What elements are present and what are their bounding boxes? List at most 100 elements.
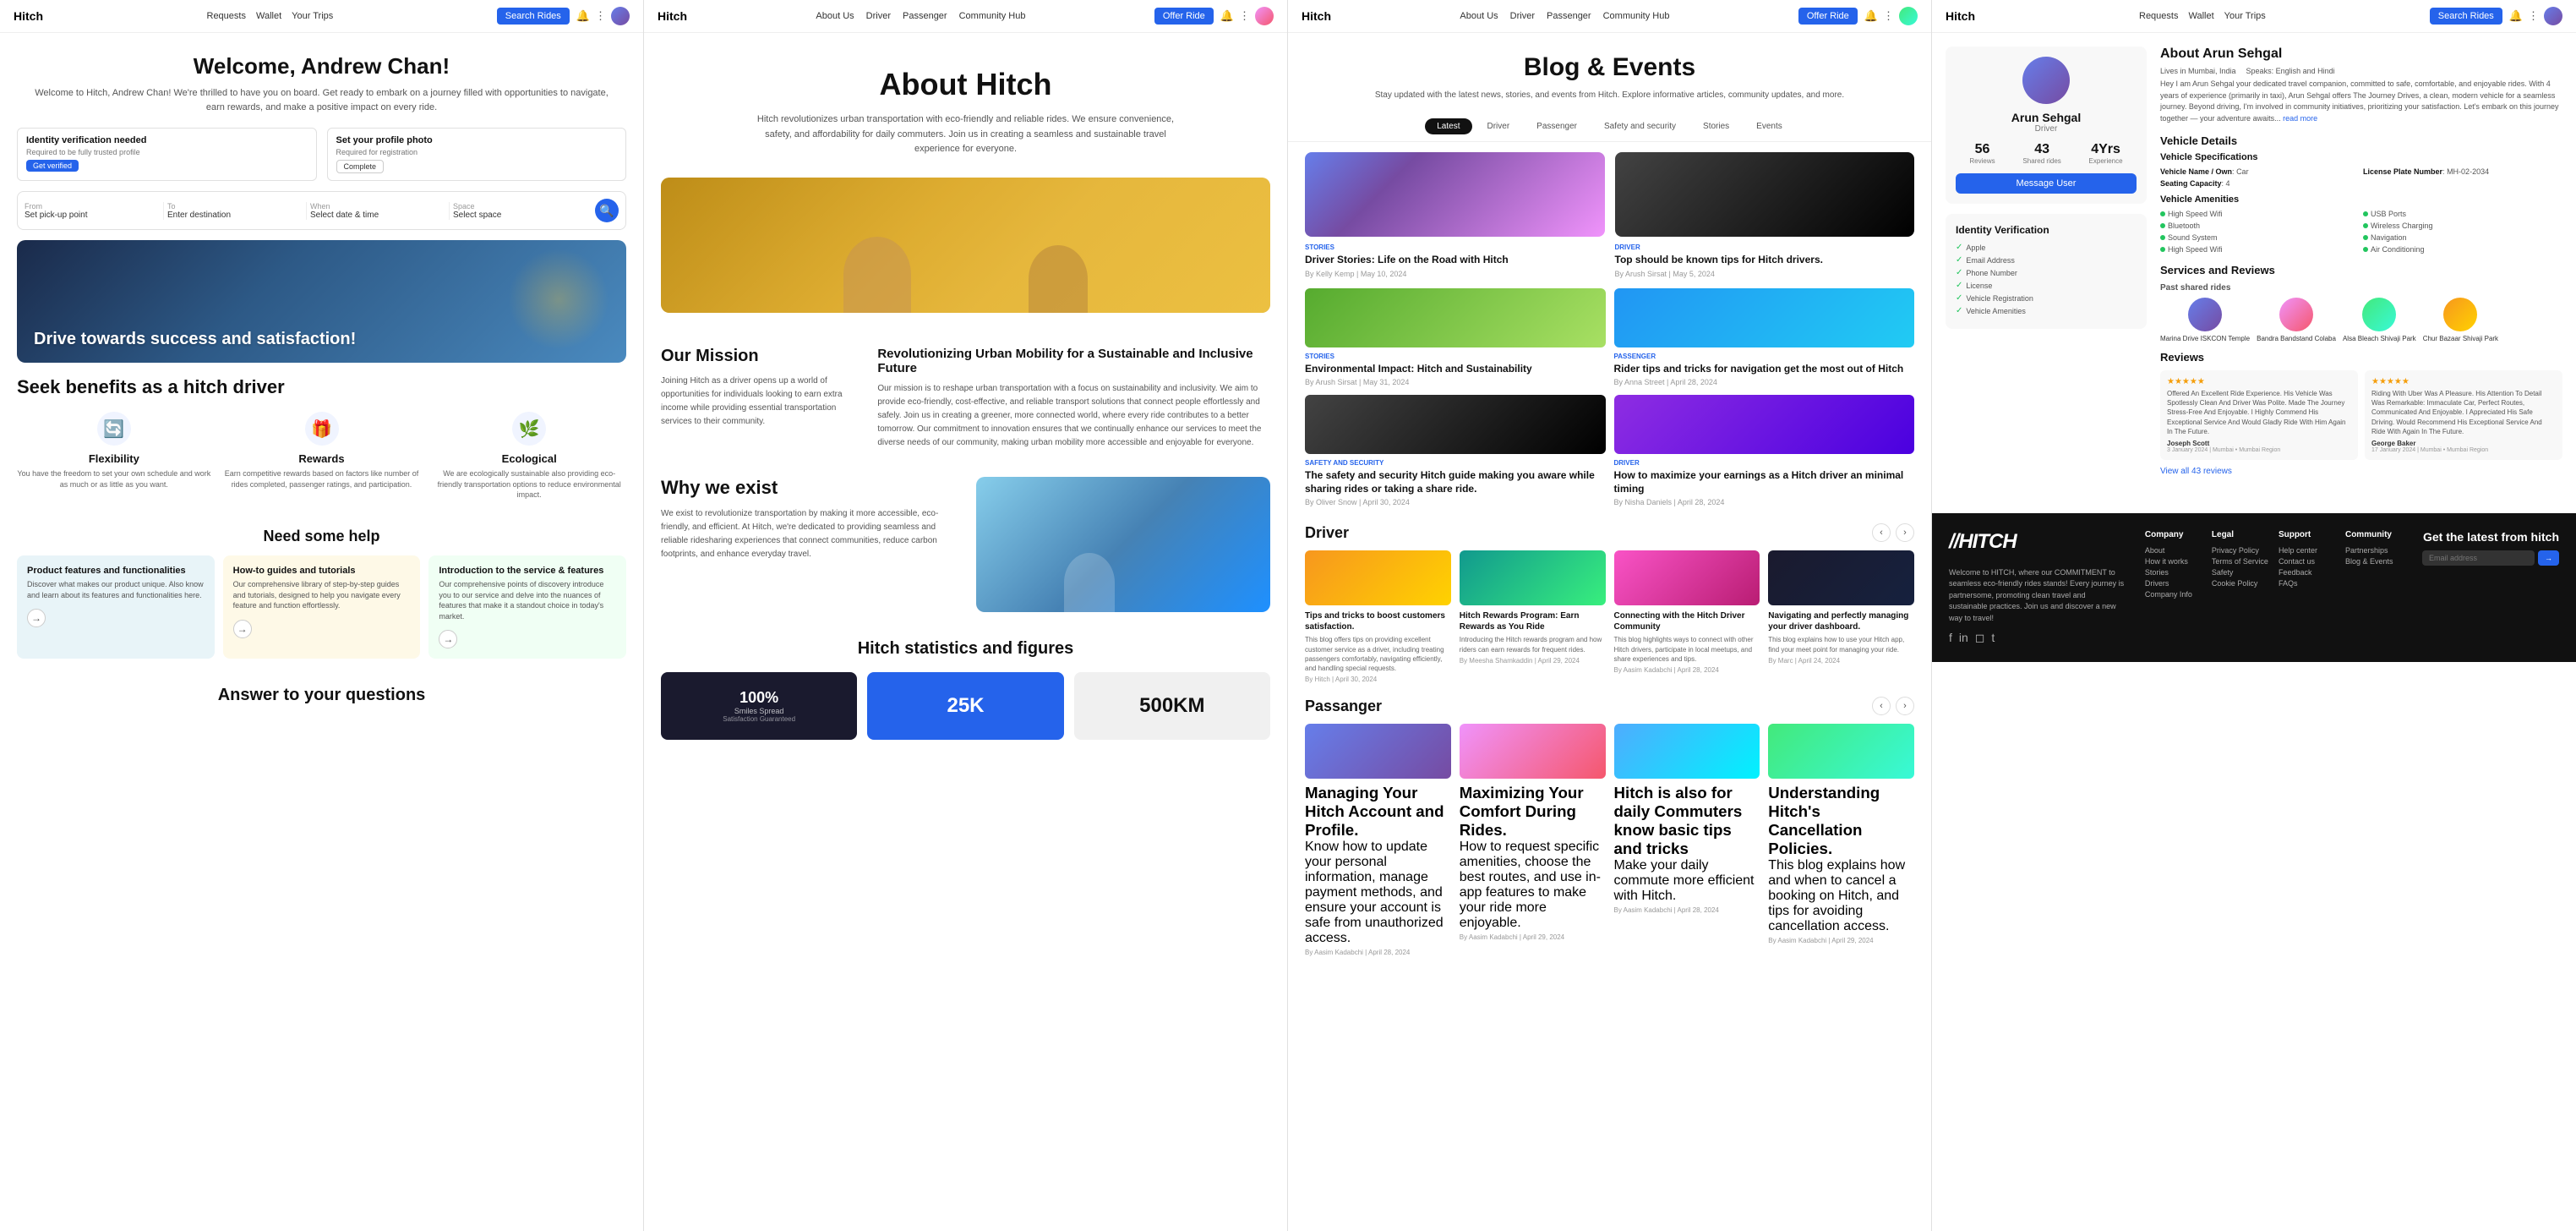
footer-link-partnerships[interactable]: Partnerships — [2345, 546, 2402, 555]
footer-link-blog[interactable]: Blog & Events — [2345, 557, 2402, 566]
offer-ride-button[interactable]: Offer Ride — [1154, 8, 1214, 25]
when-value[interactable]: Select date & time — [310, 211, 442, 220]
passenger-card-title-1[interactable]: Maximizing Your Comfort During Rides. — [1460, 784, 1606, 840]
profile-link-requests[interactable]: Requests — [2139, 11, 2178, 21]
grid-title-2[interactable]: The safety and security Hitch guide maki… — [1305, 469, 1606, 495]
footer-link-terms[interactable]: Terms of Service — [2212, 557, 2268, 566]
about-link-passenger[interactable]: Passenger — [903, 11, 947, 21]
about-notification-icon[interactable]: 🔔 — [1220, 9, 1234, 23]
blog-notification-icon[interactable]: 🔔 — [1864, 9, 1878, 23]
social-twitter[interactable]: t — [1991, 631, 1995, 645]
profile-search-button[interactable]: Search Rides — [2430, 8, 2502, 25]
footer-link-about[interactable]: About — [2145, 546, 2202, 555]
driver-card-title-1[interactable]: Hitch Rewards Program: Earn Rewards as Y… — [1460, 610, 1606, 632]
about-avatar[interactable] — [1255, 7, 1274, 25]
footer-link-how[interactable]: How it works — [2145, 557, 2202, 566]
message-user-button[interactable]: Message User — [1956, 173, 2137, 194]
grid-title-1[interactable]: Rider tips and tricks for navigation get… — [1614, 363, 1915, 376]
tab-latest[interactable]: Latest — [1425, 118, 1471, 134]
social-facebook[interactable]: f — [1949, 631, 1952, 645]
search-submit-button[interactable]: 🔍 — [595, 199, 619, 222]
passenger-card-title-0[interactable]: Managing Your Hitch Account and Profile. — [1305, 784, 1451, 840]
blog-link-passenger[interactable]: Passenger — [1547, 11, 1591, 21]
footer-link-faqs[interactable]: FAQs — [2279, 579, 2335, 588]
featured-title-0[interactable]: Driver Stories: Life on the Road with Hi… — [1305, 254, 1605, 267]
nav-wallet[interactable]: Wallet — [256, 11, 281, 21]
from-value[interactable]: Set pick-up point — [25, 211, 156, 220]
footer-link-safety[interactable]: Safety — [2212, 568, 2268, 577]
help-card-guides-btn[interactable]: → — [233, 620, 252, 638]
footer-link-feedback[interactable]: Feedback — [2279, 568, 2335, 577]
footer-link-cookie[interactable]: Cookie Policy — [2212, 579, 2268, 588]
footer-link-contact[interactable]: Contact us — [2279, 557, 2335, 566]
profile-notification-icon[interactable]: 🔔 — [2509, 9, 2523, 23]
help-card-features-btn[interactable]: → — [27, 609, 46, 627]
social-linkedin[interactable]: in — [1959, 631, 1968, 645]
about-link-community[interactable]: Community Hub — [959, 11, 1026, 21]
driver-card-title-2[interactable]: Connecting with the Hitch Driver Communi… — [1614, 610, 1760, 632]
footer-link-privacy[interactable]: Privacy Policy — [2212, 546, 2268, 555]
footer-link-help[interactable]: Help center — [2279, 546, 2335, 555]
blog-link-driver[interactable]: Driver — [1510, 11, 1535, 21]
about-more-icon[interactable]: ⋮ — [1239, 9, 1250, 23]
tab-events[interactable]: Events — [1744, 118, 1794, 134]
get-verified-button[interactable]: Get verified — [26, 160, 79, 172]
avatar[interactable] — [611, 7, 630, 25]
driver-card-title-3[interactable]: Navigating and perfectly managing your d… — [1768, 610, 1914, 632]
tab-safety[interactable]: Safety and security — [1592, 118, 1688, 134]
nav-bar: Hitch Requests Wallet Your Trips Search … — [0, 0, 643, 33]
blog-link-community[interactable]: Community Hub — [1603, 11, 1670, 21]
blog-link-about[interactable]: About Us — [1460, 11, 1498, 21]
featured-title-1[interactable]: Top should be known tips for Hitch drive… — [1615, 254, 1915, 267]
passenger-next-button[interactable]: › — [1896, 697, 1914, 715]
blog-avatar[interactable] — [1899, 7, 1918, 25]
about-link-driver[interactable]: Driver — [866, 11, 891, 21]
stat-25k-value: 25K — [947, 694, 984, 718]
help-card-intro-btn[interactable]: → — [439, 630, 457, 648]
more-icon[interactable]: ⋮ — [595, 9, 606, 23]
grid-title-0[interactable]: Environmental Impact: Hitch and Sustaina… — [1305, 363, 1606, 376]
amenity-ac: Air Conditioning — [2363, 245, 2562, 254]
ride-name-3: Chur Bazaar Shivaji Park — [2423, 335, 2498, 342]
driver-card-title-0[interactable]: Tips and tricks to boost customers satis… — [1305, 610, 1451, 632]
footer-newsletter: Get the latest from hitch → — [2422, 530, 2559, 646]
passenger-prev-button[interactable]: ‹ — [1872, 697, 1891, 715]
check-icon-vehicle-reg: ✓ — [1956, 293, 1962, 303]
search-rides-button[interactable]: Search Rides — [497, 8, 570, 25]
grid-article-3: DRIVER How to maximize your earnings as … — [1614, 395, 1915, 506]
profile-stat-experience: 4Yrs Experience — [2089, 142, 2123, 165]
profile-nav-avatar[interactable] — [2544, 7, 2562, 25]
amenity-wireless-charging: Wireless Charging — [2363, 222, 2562, 230]
view-all-reviews-link[interactable]: View all 43 reviews — [2160, 467, 2562, 476]
help-card-intro-desc: Our comprehensive points of discovery in… — [439, 579, 616, 621]
footer-link-stories[interactable]: Stories — [2145, 568, 2202, 577]
blog-more-icon[interactable]: ⋮ — [1883, 9, 1894, 23]
profile-more-icon[interactable]: ⋮ — [2528, 9, 2539, 23]
tab-stories[interactable]: Stories — [1691, 118, 1741, 134]
email-input[interactable] — [2422, 550, 2535, 566]
passenger-card-title-3[interactable]: Understanding Hitch's Cancellation Polic… — [1768, 784, 1914, 858]
to-value[interactable]: Enter destination — [167, 211, 299, 220]
read-more-link[interactable]: read more — [2283, 114, 2317, 123]
tab-passenger[interactable]: Passenger — [1525, 118, 1589, 134]
nav-trips[interactable]: Your Trips — [292, 11, 333, 21]
about-link-about[interactable]: About Us — [816, 11, 854, 21]
nav-requests[interactable]: Requests — [207, 11, 246, 21]
notification-icon[interactable]: 🔔 — [576, 9, 590, 23]
space-value[interactable]: Select space — [453, 211, 585, 220]
social-square[interactable]: ◻ — [1975, 631, 1985, 645]
driver-prev-button[interactable]: ‹ — [1872, 523, 1891, 542]
profile-link-wallet[interactable]: Wallet — [2188, 11, 2213, 21]
subscribe-button[interactable]: → — [2538, 550, 2559, 566]
footer-link-drivers[interactable]: Drivers — [2145, 579, 2202, 588]
grid-title-3[interactable]: How to maximize your earnings as a Hitch… — [1614, 469, 1915, 495]
driver-next-button[interactable]: › — [1896, 523, 1914, 542]
tab-driver[interactable]: Driver — [1476, 118, 1522, 134]
footer-left: //HITCH Welcome to HITCH, where our COMM… — [1949, 530, 2125, 646]
passenger-card-title-2[interactable]: Hitch is also for daily Commuters know b… — [1614, 784, 1760, 858]
profile-link-trips[interactable]: Your Trips — [2224, 11, 2266, 21]
blog-offer-ride-button[interactable]: Offer Ride — [1798, 8, 1858, 25]
passenger-card-3: Understanding Hitch's Cancellation Polic… — [1768, 724, 1914, 956]
footer-link-company[interactable]: Company Info — [2145, 590, 2202, 599]
complete-button[interactable]: Complete — [336, 160, 385, 173]
